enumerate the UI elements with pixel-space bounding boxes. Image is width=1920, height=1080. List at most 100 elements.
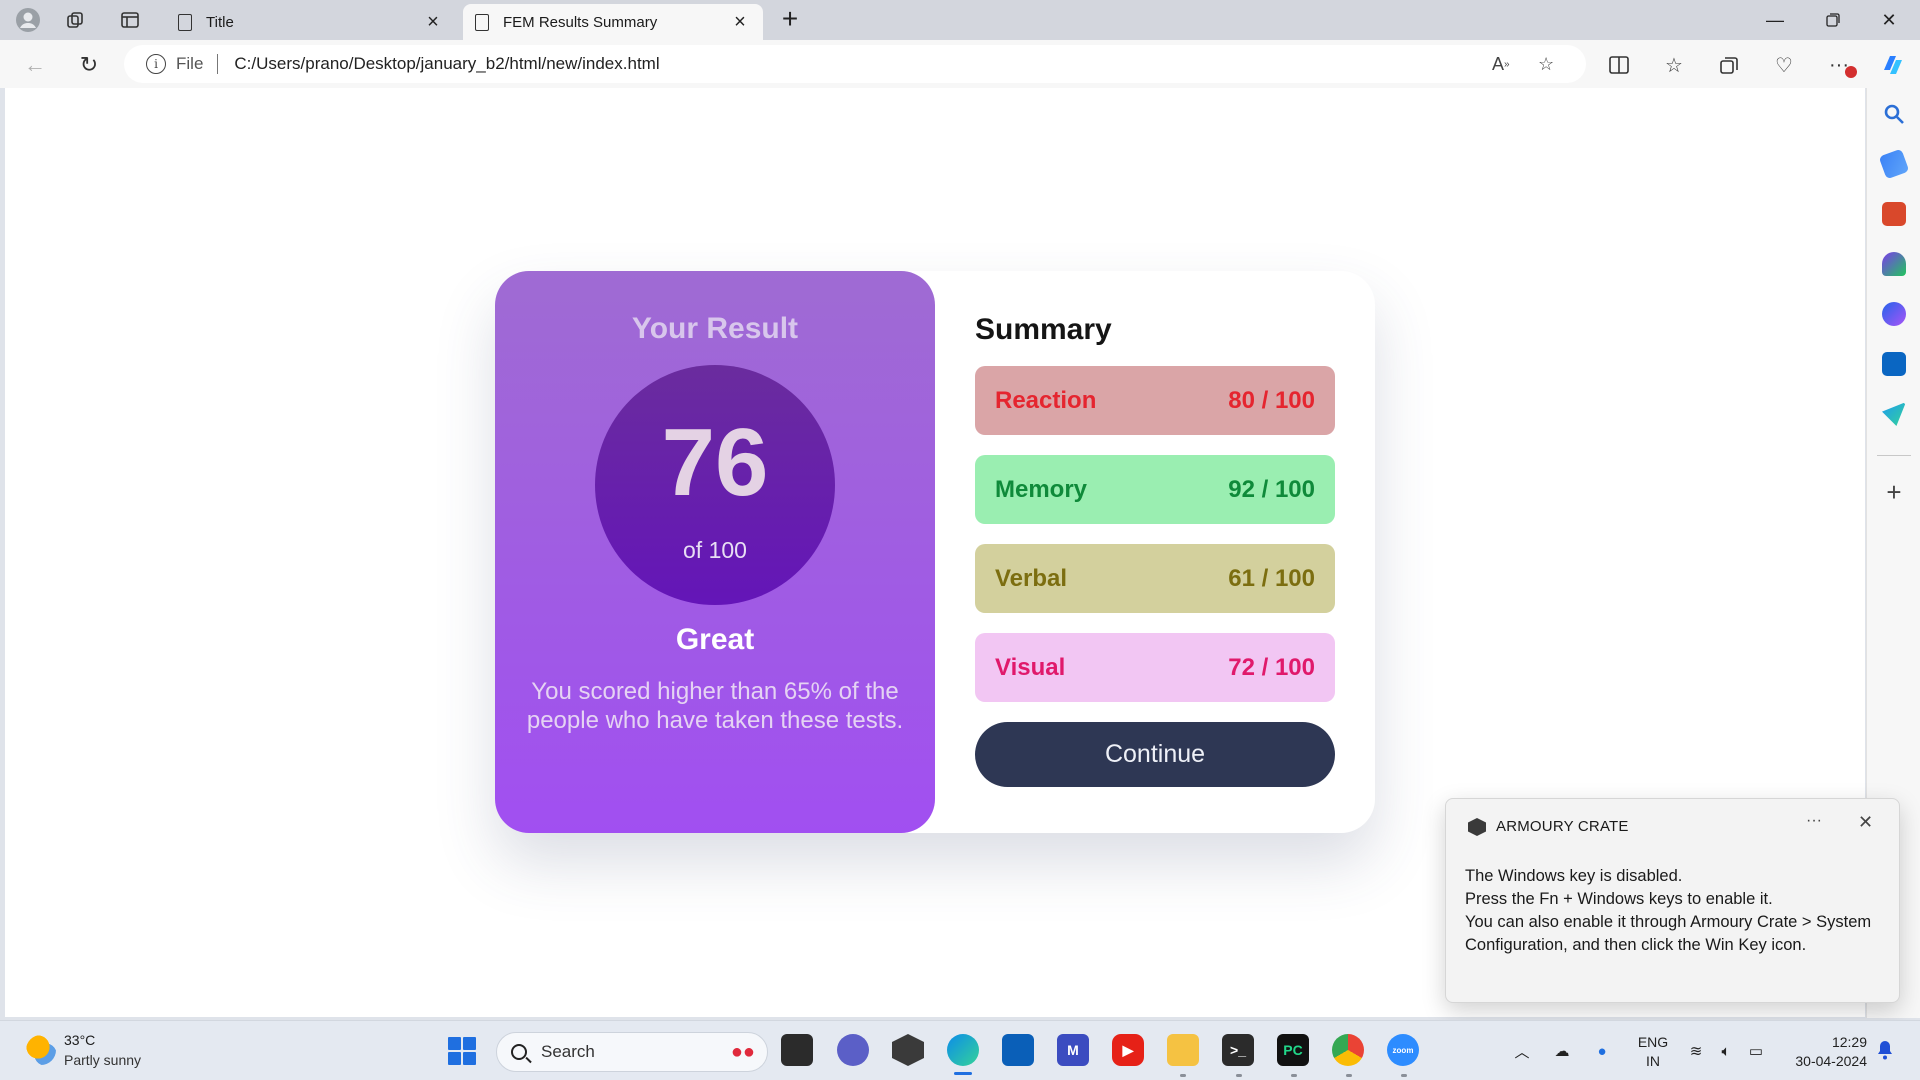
strawberry-icon: ●●	[730, 1040, 755, 1063]
info-icon[interactable]: i	[146, 54, 166, 74]
notification-bell-icon[interactable]	[1876, 1040, 1894, 1060]
favorite-star-icon[interactable]: ☆	[1538, 45, 1554, 83]
tab-title-label: Title	[206, 13, 234, 31]
workspaces-icon[interactable]	[58, 6, 94, 34]
running-indicator	[1401, 1074, 1407, 1077]
score-circle: 76 of 100	[595, 365, 835, 605]
browser-toolbar: ← ↻ i File C:/Users/prano/Desktop/januar…	[0, 40, 1920, 88]
running-indicator	[1180, 1074, 1186, 1077]
search-icon	[511, 1044, 527, 1060]
refresh-icon[interactable]: ↻	[72, 48, 106, 82]
summary-title: Summary	[975, 313, 1112, 346]
tab-active-title-label: FEM Results Summary	[503, 13, 658, 31]
category-row-memory: Memory 92 / 100	[975, 455, 1335, 524]
collections-icon[interactable]	[1712, 48, 1746, 82]
tab-fem-results[interactable]: FEM Results Summary ×	[463, 4, 763, 40]
category-row-verbal: Verbal 61 / 100	[975, 544, 1335, 613]
search-icon[interactable]	[1882, 102, 1906, 126]
running-indicator	[1346, 1074, 1352, 1077]
wifi-icon[interactable]: ≋	[1685, 1040, 1707, 1062]
notification-line: The Windows key is disabled.	[1465, 867, 1683, 885]
tools-icon[interactable]	[1882, 202, 1906, 226]
category-row-reaction: Reaction 80 / 100	[975, 366, 1335, 435]
back-arrow-icon[interactable]: ←	[18, 48, 52, 82]
category-score: 92 / 100	[1228, 475, 1315, 503]
add-icon[interactable]: +	[1881, 479, 1907, 506]
chevron-up-icon[interactable]: ︿	[1511, 1040, 1533, 1062]
taskbar: 33°C Partly sunny Search ●● M ▶ >_ PC zo…	[0, 1020, 1920, 1080]
terminal-icon[interactable]: >_	[1222, 1034, 1254, 1066]
task-view-icon[interactable]	[781, 1034, 813, 1066]
notification-toast[interactable]: ARMOURY CRATE ··· ✕ The Windows key is d…	[1445, 798, 1900, 1003]
language-indicator[interactable]: ENG IN	[1636, 1033, 1670, 1071]
weather-temperature[interactable]: 33°C	[64, 1032, 95, 1048]
score-value: 76	[661, 409, 769, 516]
language-primary: ENG	[1637, 1034, 1669, 1050]
close-icon[interactable]: ×	[422, 11, 444, 34]
copilot-icon[interactable]	[1876, 48, 1910, 82]
result-heading: Your Result	[631, 312, 799, 345]
close-icon[interactable]: ✕	[1858, 812, 1873, 833]
address-scheme: File	[176, 54, 204, 73]
send-icon[interactable]	[1882, 402, 1906, 426]
close-icon[interactable]: ×	[729, 11, 751, 34]
category-label: Reaction	[995, 386, 1097, 414]
minimize-icon[interactable]: —	[1748, 0, 1802, 40]
notification-line: Press the Fn + Windows keys to enable it…	[1465, 890, 1773, 908]
search-placeholder: Search	[541, 1042, 595, 1061]
address-separator	[217, 54, 219, 74]
category-score: 61 / 100	[1228, 564, 1315, 592]
results-card: Your Result 76 of 100 Great You scored h…	[495, 271, 1375, 833]
chrome-icon[interactable]	[1332, 1034, 1364, 1066]
result-description: You scored higher than 65% of the people…	[526, 678, 904, 734]
clock-time: 12:29	[1831, 1034, 1867, 1050]
category-label: Verbal	[995, 564, 1068, 592]
games-icon[interactable]	[1882, 252, 1906, 276]
document-icon	[178, 13, 192, 31]
shopping-tag-icon[interactable]	[1878, 148, 1910, 180]
favorites-icon[interactable]: ☆	[1657, 48, 1691, 82]
zoom-icon[interactable]: zoom	[1387, 1034, 1419, 1066]
armoury-crate-icon[interactable]	[892, 1034, 924, 1066]
document-icon	[475, 13, 489, 31]
category-score: 80 / 100	[1228, 386, 1315, 414]
running-indicator	[1236, 1074, 1242, 1077]
youtube-icon[interactable]: ▶	[1112, 1034, 1144, 1066]
volume-icon[interactable]: 🔈︎	[1715, 1040, 1737, 1062]
weather-icon[interactable]	[26, 1035, 56, 1065]
new-tab-button[interactable]: +	[775, 5, 805, 34]
vertical-tabs-icon[interactable]	[112, 6, 148, 34]
tab-title[interactable]: Title ×	[166, 4, 456, 40]
system-clock[interactable]: 12:29 30-04-2024	[1783, 1033, 1867, 1071]
split-screen-icon[interactable]	[1602, 48, 1636, 82]
read-aloud-icon[interactable]: A»	[1492, 45, 1510, 83]
restore-icon[interactable]	[1806, 0, 1860, 40]
pycharm-icon[interactable]: PC	[1277, 1034, 1309, 1066]
taskbar-search[interactable]: Search ●●	[496, 1032, 768, 1072]
category-row-visual: Visual 72 / 100	[975, 633, 1335, 702]
score-of-label: of 100	[683, 537, 747, 563]
address-bar[interactable]: i File C:/Users/prano/Desktop/january_b2…	[124, 45, 1586, 83]
close-window-icon[interactable]: ✕	[1862, 0, 1916, 40]
category-label: Memory	[995, 475, 1088, 503]
outlook-icon[interactable]	[1882, 352, 1906, 376]
more-options-icon[interactable]: ···	[1806, 812, 1822, 830]
browser-essentials-icon[interactable]: ♡	[1767, 48, 1801, 82]
notification-badge-icon	[1845, 66, 1857, 78]
start-button[interactable]	[448, 1037, 476, 1065]
visual-studio-icon[interactable]: M	[1057, 1034, 1089, 1066]
weather-description[interactable]: Partly sunny	[64, 1052, 141, 1068]
notification-line: You can also enable it through Armoury C…	[1465, 913, 1872, 954]
notification-body: The Windows key is disabled. Press the F…	[1465, 865, 1885, 957]
profile-icon[interactable]	[10, 6, 46, 34]
teams-icon[interactable]	[837, 1034, 869, 1066]
battery-icon[interactable]: ▭	[1745, 1040, 1767, 1062]
microphone-icon[interactable]: ●	[1591, 1040, 1613, 1062]
microsoft-store-icon[interactable]	[1002, 1034, 1034, 1066]
microsoft-365-icon[interactable]	[1882, 302, 1906, 326]
edge-icon[interactable]	[947, 1034, 979, 1075]
cloud-icon[interactable]: ☁	[1551, 1040, 1573, 1062]
continue-button[interactable]: Continue	[975, 722, 1335, 787]
address-url[interactable]: C:/Users/prano/Desktop/january_b2/html/n…	[234, 54, 659, 74]
file-explorer-icon[interactable]	[1167, 1034, 1199, 1066]
